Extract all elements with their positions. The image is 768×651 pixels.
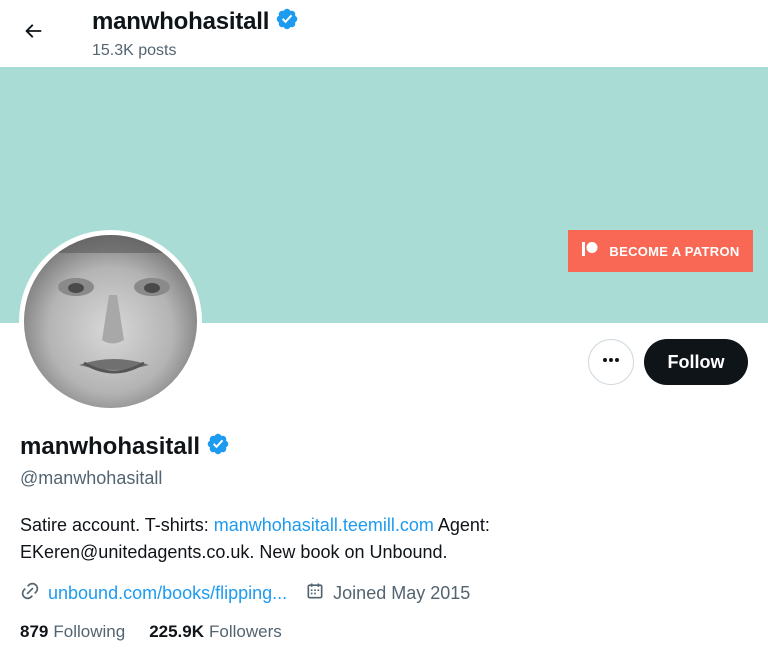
- header-title: manwhohasitall: [92, 6, 299, 38]
- display-name: manwhohasitall: [20, 433, 201, 460]
- calendar-icon: [305, 581, 325, 606]
- joined-date: Joined May 2015: [333, 582, 471, 603]
- followers-link[interactable]: 225.9K Followers: [149, 622, 282, 642]
- bio-teemill-link[interactable]: manwhohasitall.teemill.com: [214, 515, 434, 535]
- arrow-left-icon: [22, 20, 44, 47]
- profile-header: manwhohasitall 15.3K posts: [0, 0, 768, 67]
- header-name: manwhohasitall: [92, 8, 270, 35]
- bio-text-start: Satire account. T-shirts:: [20, 515, 214, 535]
- verified-badge-icon[interactable]: [206, 432, 230, 463]
- user-handle: @manwhohasitall: [20, 468, 163, 488]
- website-link[interactable]: unbound.com/books/flipping...: [48, 583, 287, 604]
- follow-button[interactable]: Follow: [644, 339, 748, 385]
- patreon-logo-icon: [581, 240, 599, 263]
- followers-count: 225.9K: [149, 622, 205, 641]
- link-icon: [20, 581, 40, 606]
- avatar-photo: [24, 235, 197, 408]
- back-button[interactable]: [14, 14, 52, 52]
- display-name-row: manwhohasitall: [20, 432, 230, 462]
- posts-count: 15.3K posts: [92, 42, 177, 59]
- follow-stats: 879 Following 225.9K Followers: [20, 622, 306, 642]
- profile-meta: unbound.com/books/flipping... Joined May…: [20, 580, 488, 606]
- patron-label: BECOME A PATRON: [609, 243, 740, 259]
- followers-label: Followers: [209, 622, 282, 641]
- website-item: unbound.com/books/flipping...: [20, 581, 287, 606]
- profile-bio: Satire account. T-shirts: manwhohasitall…: [20, 512, 640, 566]
- verified-badge-icon: [275, 7, 299, 38]
- become-patron-button[interactable]: BECOME A PATRON: [568, 230, 753, 272]
- following-link[interactable]: 879 Following: [20, 622, 125, 642]
- following-label: Following: [53, 622, 126, 641]
- following-count: 879: [20, 622, 49, 641]
- more-options-button[interactable]: [588, 339, 634, 385]
- joined-item: Joined May 2015: [305, 581, 470, 606]
- more-dots-icon: [601, 350, 621, 375]
- avatar[interactable]: [19, 230, 202, 413]
